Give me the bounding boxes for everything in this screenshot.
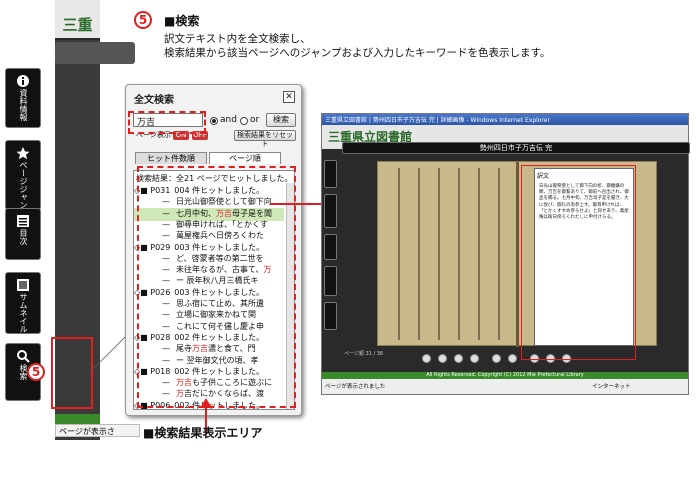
zoom-out-button[interactable] (508, 354, 517, 363)
viewer-sidebar-button[interactable] (324, 266, 337, 296)
left-app-status-bar: ページが表示さ (55, 424, 140, 437)
nav-last-button[interactable] (470, 354, 479, 363)
sidebar-button-label: 目次 (19, 229, 28, 245)
tab-page-order[interactable]: ページ順 (209, 152, 281, 164)
tab-hit-count[interactable]: ヒット件数順 (135, 152, 207, 164)
list-icon (16, 213, 30, 227)
nav-first-button[interactable] (422, 354, 431, 363)
browser-window-title: 三重県立図書館 | 勢州四日市子万吉伝 完 | 詳細画像 - Windows I… (322, 114, 688, 125)
search-icon (16, 348, 30, 363)
viewer-sidebar-button[interactable] (324, 194, 337, 228)
search-button-highlight-box (51, 337, 93, 409)
sidebar-button-label: サムネイル (19, 293, 28, 333)
or-radio-label: or (250, 115, 260, 125)
search-button[interactable]: 検索 (266, 113, 296, 127)
viewer-sidebar-button[interactable] (324, 160, 337, 188)
sidebar-button-thumbnail[interactable]: サムネイル (5, 272, 41, 334)
callout-description-line-1: 訳文テキスト内を全文検索し、 (164, 33, 311, 45)
zoom-in-button[interactable] (492, 354, 501, 363)
page-counter: ページ順 31 / 36 (344, 351, 384, 357)
sidebar-button-info[interactable]: 資料情報 (5, 68, 41, 128)
book-spine (516, 162, 519, 347)
callout-number-badge: 5 (134, 11, 152, 29)
or-radio[interactable] (240, 117, 248, 125)
browser-status-left: ページが表示されました (325, 384, 386, 390)
callout-description-line-2: 検索結果から該当ページへのジャンプおよび入力したキーワードを色表示します。 (164, 47, 551, 59)
nav-next-button[interactable] (454, 354, 463, 363)
star-icon (16, 145, 30, 160)
reset-results-button[interactable]: 検索結果をリセット (234, 130, 296, 148)
query-highlight-box (128, 111, 206, 134)
results-area-label: ■検索結果表示エリア (143, 426, 263, 440)
viewer-book-title: 勢州四日市子万吉伝 完 (342, 142, 690, 154)
left-app-header: 三重 (55, 0, 100, 40)
browser-status-right: インターネット (592, 384, 631, 390)
sidebar-button-toc[interactable]: 目次 (5, 208, 41, 260)
viewer-sidebar-button[interactable] (324, 234, 337, 260)
left-app-title-slab (55, 42, 135, 64)
info-icon (16, 73, 30, 87)
left-app-brand: 三重 (62, 16, 93, 34)
and-radio[interactable] (210, 117, 218, 125)
thumbnail-icon (16, 277, 30, 291)
viewer-sidebar-button[interactable] (324, 302, 337, 330)
search-panel-title: 全文検索 (134, 95, 174, 106)
callout-connector-line (91, 333, 129, 371)
arrow-up-icon (200, 398, 212, 408)
close-icon[interactable]: ✕ (283, 91, 295, 103)
viewer-footer: All Rights Reserved. Copyright (C) 2012 … (322, 372, 688, 379)
sidebar-button-label: 資料情報 (19, 89, 28, 121)
and-radio-label: and (220, 115, 237, 125)
popup-highlight-box (521, 165, 636, 360)
browser-status-bar: ページが表示されました インターネット (322, 379, 688, 394)
sidebar-button-label: 検索 (19, 364, 28, 380)
callout-number-badge-left: 5 (27, 363, 45, 381)
nav-prev-button[interactable] (438, 354, 447, 363)
callout-heading: ■検索 (164, 14, 200, 28)
sidebar-button-page-jump[interactable]: ページジャンプ (5, 140, 41, 217)
